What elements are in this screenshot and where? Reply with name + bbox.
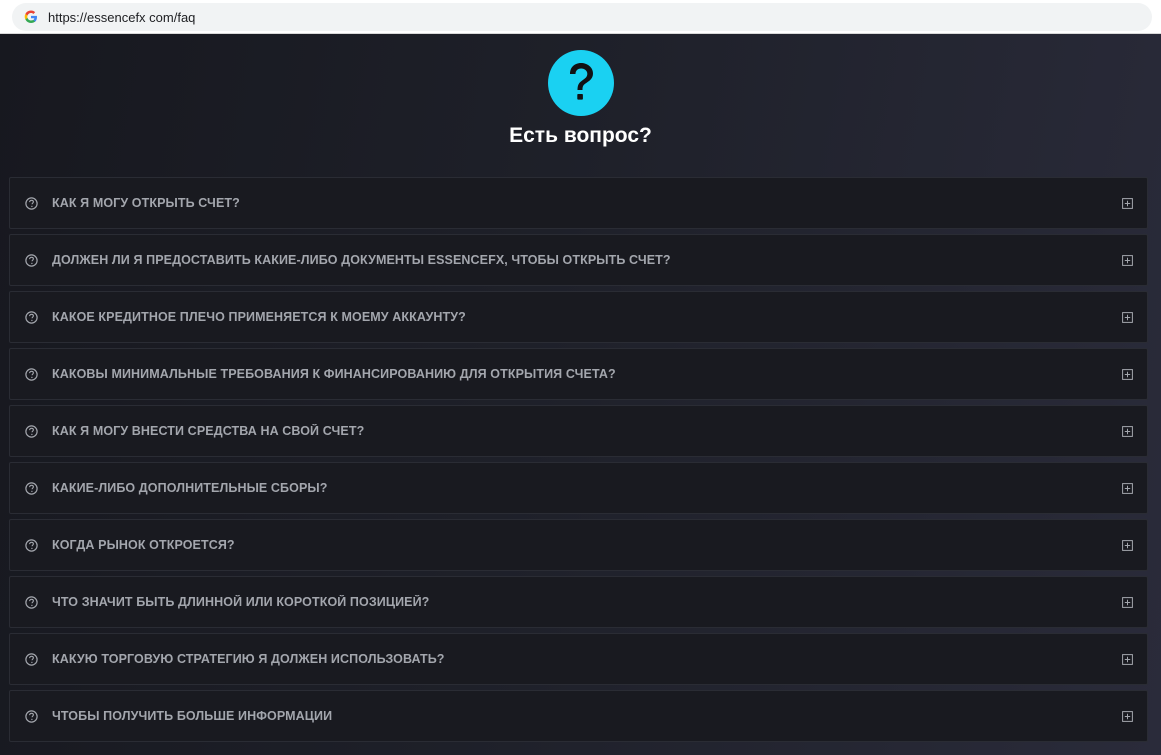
question-circle-icon <box>25 253 38 267</box>
page-title: Есть вопрос? <box>509 124 652 147</box>
plus-square-icon[interactable] <box>1122 197 1133 209</box>
question-circle-icon <box>25 709 38 723</box>
faq-item[interactable]: КАК Я МОГУ ОТКРЫТЬ СЧЕТ? <box>9 177 1148 229</box>
plus-square-icon[interactable] <box>1122 596 1133 608</box>
faq-question: ЧТОБЫ ПОЛУЧИТЬ БОЛЬШЕ ИНФОРМАЦИИ <box>52 709 333 723</box>
faq-question: ДОЛЖЕН ЛИ Я ПРЕДОСТАВИТЬ КАКИЕ-ЛИБО ДОКУ… <box>52 253 671 267</box>
faq-item[interactable]: КОГДА РЫНОК ОТКРОЕТСЯ? <box>9 519 1148 571</box>
faq-item[interactable]: ЧТОБЫ ПОЛУЧИТЬ БОЛЬШЕ ИНФОРМАЦИИ <box>9 690 1148 742</box>
url-text: https://essencefx com/faq <box>48 9 196 25</box>
question-circle-icon <box>25 367 38 381</box>
faq-list: КАК Я МОГУ ОТКРЫТЬ СЧЕТ? ДОЛЖЕН ЛИ Я ПРЕ… <box>9 177 1148 747</box>
question-circle-icon <box>25 196 38 210</box>
faq-item[interactable]: КАК Я МОГУ ВНЕСТИ СРЕДСТВА НА СВОЙ СЧЕТ? <box>9 405 1148 457</box>
faq-question: ЧТО ЗНАЧИТ БЫТЬ ДЛИННОЙ ИЛИ КОРОТКОЙ ПОЗ… <box>52 595 430 609</box>
plus-square-icon[interactable] <box>1122 710 1133 722</box>
faq-page: Есть вопрос? КАК Я МОГУ ОТКРЫТЬ СЧЕТ? ДО… <box>0 34 1161 755</box>
faq-item[interactable]: КАКУЮ ТОРГОВУЮ СТРАТЕГИЮ Я ДОЛЖЕН ИСПОЛЬ… <box>9 633 1148 685</box>
faq-question: КАКОВЫ МИНИМАЛЬНЫЕ ТРЕБОВАНИЯ К ФИНАНСИР… <box>52 367 616 381</box>
plus-square-icon[interactable] <box>1122 368 1133 380</box>
plus-square-icon[interactable] <box>1122 254 1133 266</box>
question-circle-icon <box>25 538 38 552</box>
faq-question: КАК Я МОГУ ОТКРЫТЬ СЧЕТ? <box>52 196 240 210</box>
plus-square-icon[interactable] <box>1122 653 1133 665</box>
question-circle-icon <box>25 424 38 438</box>
faq-hero: Есть вопрос? <box>0 50 1161 148</box>
google-g-icon <box>24 10 38 24</box>
faq-question: КАКОЕ КРЕДИТНОЕ ПЛЕЧО ПРИМЕНЯЕТСЯ К МОЕМ… <box>52 310 466 324</box>
plus-square-icon[interactable] <box>1122 311 1133 323</box>
plus-square-icon[interactable] <box>1122 539 1133 551</box>
browser-url-bar: https://essencefx com/faq <box>0 0 1161 34</box>
faq-item[interactable]: ЧТО ЗНАЧИТ БЫТЬ ДЛИННОЙ ИЛИ КОРОТКОЙ ПОЗ… <box>9 576 1148 628</box>
faq-item[interactable]: КАКОЕ КРЕДИТНОЕ ПЛЕЧО ПРИМЕНЯЕТСЯ К МОЕМ… <box>9 291 1148 343</box>
plus-square-icon[interactable] <box>1122 482 1133 494</box>
faq-question: КАКУЮ ТОРГОВУЮ СТРАТЕГИЮ Я ДОЛЖЕН ИСПОЛЬ… <box>52 652 445 666</box>
question-circle-icon <box>25 652 38 666</box>
faq-item[interactable]: КАКИЕ-ЛИБО ДОПОЛНИТЕЛЬНЫЕ СБОРЫ? <box>9 462 1148 514</box>
faq-question: КАКИЕ-ЛИБО ДОПОЛНИТЕЛЬНЫЕ СБОРЫ? <box>52 481 328 495</box>
address-field[interactable]: https://essencefx com/faq <box>12 3 1152 31</box>
faq-question: КОГДА РЫНОК ОТКРОЕТСЯ? <box>52 538 235 552</box>
faq-question: КАК Я МОГУ ВНЕСТИ СРЕДСТВА НА СВОЙ СЧЕТ? <box>52 424 365 438</box>
question-mark-icon <box>547 50 614 116</box>
question-circle-icon <box>25 595 38 609</box>
faq-item[interactable]: КАКОВЫ МИНИМАЛЬНЫЕ ТРЕБОВАНИЯ К ФИНАНСИР… <box>9 348 1148 400</box>
plus-square-icon[interactable] <box>1122 425 1133 437</box>
faq-item[interactable]: ДОЛЖЕН ЛИ Я ПРЕДОСТАВИТЬ КАКИЕ-ЛИБО ДОКУ… <box>9 234 1148 286</box>
question-circle-icon <box>25 310 38 324</box>
question-circle-icon <box>25 481 38 495</box>
